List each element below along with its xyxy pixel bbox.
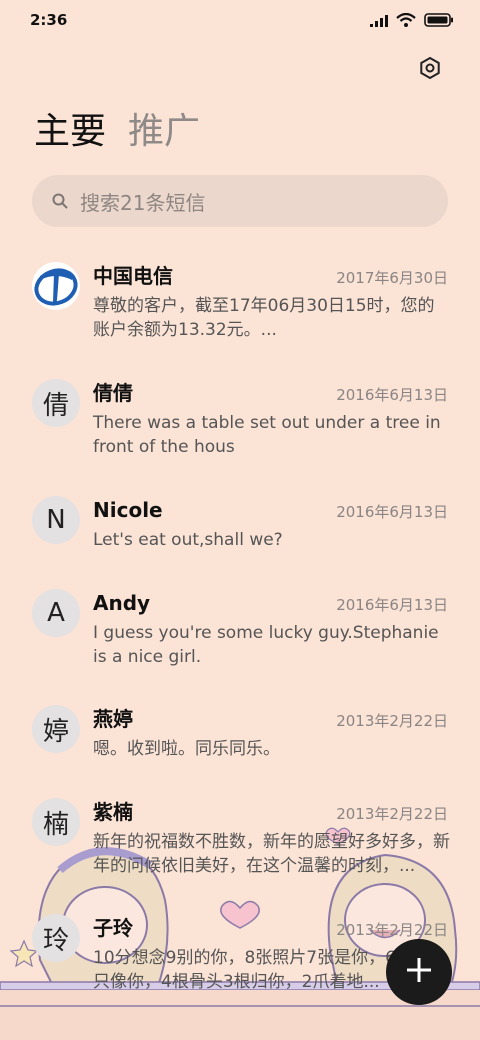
avatar: A — [32, 589, 80, 637]
message-date: 2017年6月30日 — [336, 269, 448, 287]
tab-bar: 主要 推广 — [34, 108, 200, 156]
avatar: 婷 — [32, 705, 80, 753]
avatar: 倩 — [32, 379, 80, 427]
china-telecom-logo-icon — [33, 263, 79, 309]
settings-button[interactable] — [414, 54, 446, 86]
search-placeholder: 搜索21条短信 — [80, 190, 206, 215]
message-date: 2016年6月13日 — [336, 386, 448, 404]
message-date: 2013年2月22日 — [336, 805, 448, 823]
message-date: 2013年2月22日 — [336, 921, 448, 939]
tab-primary[interactable]: 主要 — [34, 108, 106, 156]
message-date: 2013年2月22日 — [336, 712, 448, 730]
message-preview: 尊敬的客户，截至17年06月30日15时，您的账户余额为13.32元。... — [93, 296, 435, 340]
contact-name: 中国电信 — [93, 264, 173, 288]
conversation-row[interactable]: 倩 倩倩 2016年6月13日 There was a table set ou… — [0, 379, 480, 469]
message-date: 2016年6月13日 — [336, 596, 448, 614]
settings-icon — [418, 56, 442, 84]
avatar: 玲 — [32, 914, 80, 962]
conversation-row[interactable]: A Andy 2016年6月13日 I guess you're some lu… — [0, 589, 480, 679]
conversation-row[interactable]: N Nicole 2016年6月13日 Let's eat out,shall … — [0, 496, 480, 556]
search-bar[interactable]: 搜索21条短信 — [32, 175, 448, 227]
compose-button[interactable] — [386, 939, 452, 1005]
status-time: 2:36 — [30, 11, 68, 29]
avatar — [32, 262, 80, 310]
wifi-icon — [396, 12, 416, 31]
contact-name: 倩倩 — [93, 381, 133, 405]
contact-name: 紫楠 — [93, 800, 133, 824]
message-preview: Let's eat out,shall we? — [93, 530, 283, 550]
message-preview: 嗯。收到啦。同乐同乐。 — [93, 739, 280, 759]
contact-name: Nicole — [93, 498, 163, 522]
avatar: N — [32, 496, 80, 544]
search-icon — [50, 191, 70, 211]
avatar: 楠 — [32, 798, 80, 846]
message-preview: There was a table set out under a tree i… — [93, 413, 441, 457]
message-preview: 新年的祝福数不胜数，新年的愿望好多好多，新年的问候依旧美好，在这个温馨的时刻，.… — [93, 832, 450, 876]
battery-icon — [424, 12, 454, 31]
tab-promotions[interactable]: 推广 — [128, 108, 200, 156]
status-bar: 2:36 — [0, 0, 480, 40]
contact-name: 燕婷 — [93, 707, 133, 731]
message-preview: I guess you're some lucky guy.Stephanie … — [93, 623, 439, 667]
message-date: 2016年6月13日 — [336, 503, 448, 521]
conversation-row[interactable]: 婷 燕婷 2013年2月22日 嗯。收到啦。同乐同乐。 — [0, 705, 480, 765]
contact-name: 子玲 — [93, 916, 133, 940]
plus-icon — [405, 956, 433, 988]
conversation-row[interactable]: 中国电信 2017年6月30日 尊敬的客户，截至17年06月30日15时，您的账… — [0, 262, 480, 352]
contact-name: Andy — [93, 591, 151, 615]
conversation-row[interactable]: 楠 紫楠 2013年2月22日 新年的祝福数不胜数，新年的愿望好多好多，新年的问… — [0, 798, 480, 888]
signal-icon — [370, 12, 388, 31]
